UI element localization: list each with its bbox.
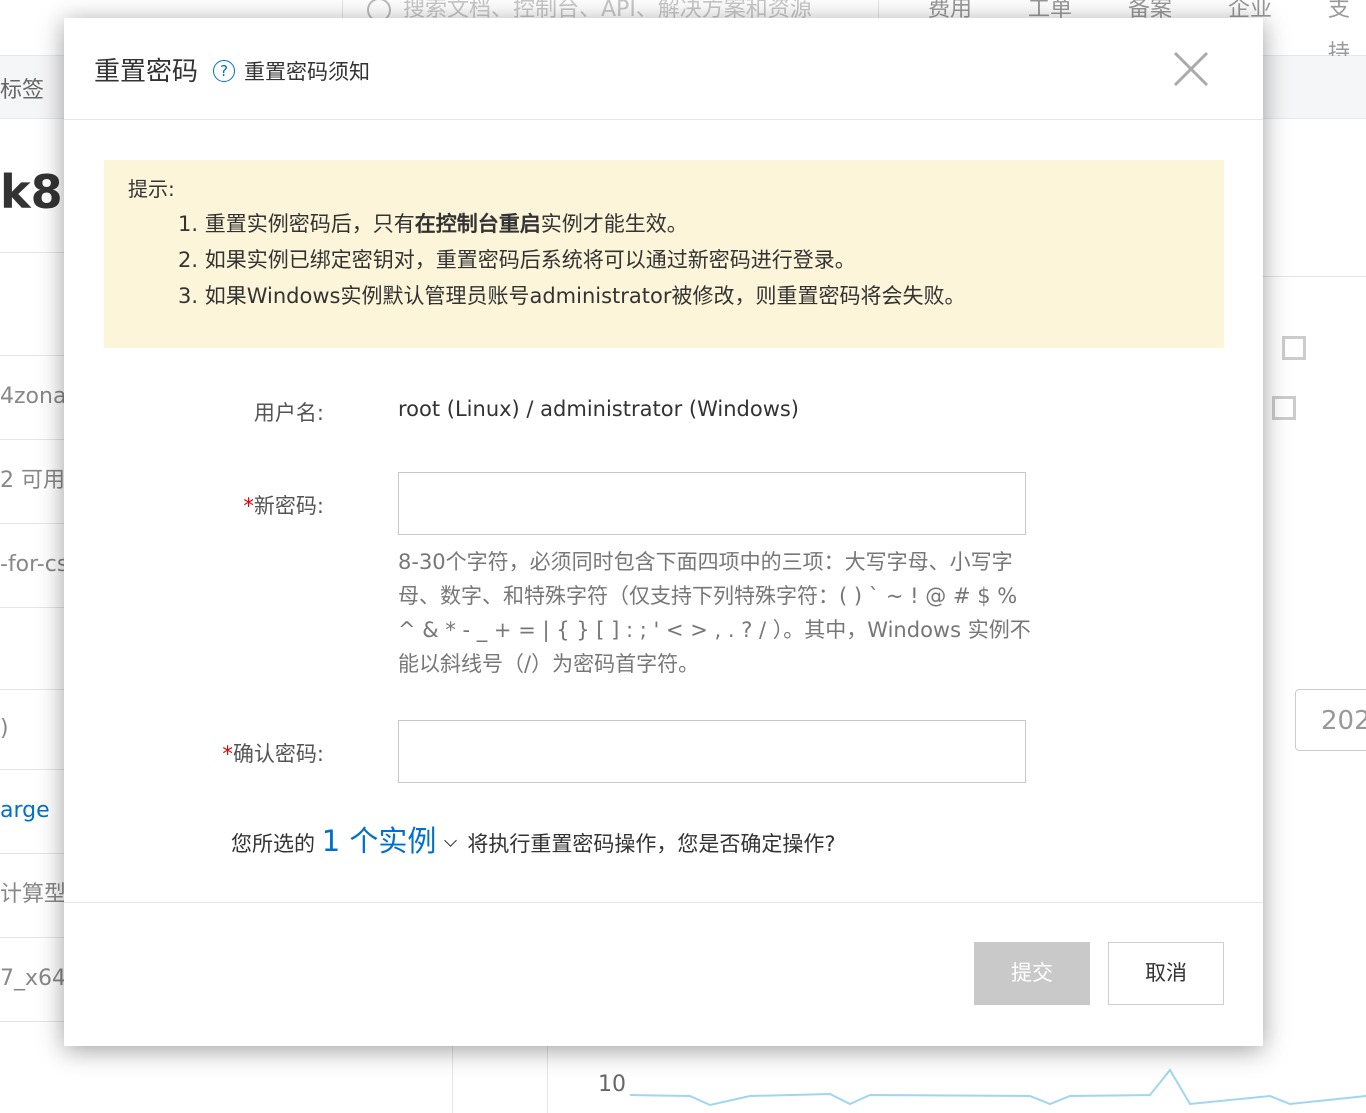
row-value: 4zona	[0, 384, 67, 409]
notice-text: 1. 重置实例密码后，只有	[178, 212, 415, 236]
confirmation-message: 您所选的 1 个实例 将执行重置密码操作，您是否确定操作?	[231, 818, 836, 860]
date-picker[interactable]: 202	[1295, 689, 1366, 751]
close-icon[interactable]	[1172, 50, 1210, 88]
reset-password-notes-link[interactable]: 重置密码须知	[244, 56, 370, 86]
copy-icon[interactable]	[1282, 336, 1306, 360]
submit-button[interactable]: 提交	[974, 942, 1090, 1005]
reset-password-dialog: 重置密码 ? 重置密码须知 提示: 1. 重置实例密码后，只有在控制台重启实例才…	[64, 18, 1263, 1046]
nav-item-support[interactable]: 支持	[1328, 0, 1366, 66]
cancel-button[interactable]: 取消	[1108, 942, 1224, 1005]
confirm-suffix: 将执行重置密码操作，您是否确定操作?	[467, 832, 836, 856]
dialog-header: 重置密码 ? 重置密码须知	[64, 18, 1263, 120]
selected-instances-link[interactable]: 1 个实例	[322, 824, 437, 858]
row-value: -for-cs	[0, 552, 69, 577]
required-mark: *	[222, 742, 233, 766]
new-password-input[interactable]	[398, 472, 1026, 535]
notice-emphasis: 在控制台重启	[414, 212, 541, 236]
notice-box: 提示: 1. 重置实例密码后，只有在控制台重启实例才能生效。 2. 如果实例已绑…	[104, 160, 1224, 348]
notice-item-1: 1. 重置实例密码后，只有在控制台重启实例才能生效。	[178, 206, 1200, 242]
confirm-password-label: *确认密码:	[84, 738, 324, 768]
username-label: 用户名:	[253, 401, 324, 425]
dialog-title: 重置密码	[94, 57, 199, 87]
required-mark: *	[243, 494, 254, 518]
notice-text: 实例才能生效。	[540, 212, 688, 236]
date-value: 202	[1321, 706, 1366, 736]
row-value: 计算型	[0, 882, 67, 907]
password-rules-hint: 8-30个字符，必须同时包含下面四项中的三项：大写字母、小写字母、数字、和特殊字…	[398, 550, 1031, 676]
chart-axis-label: 10	[598, 1072, 626, 1097]
notice-list: 1. 重置实例密码后，只有在控制台重启实例才能生效。 2. 如果实例已绑定密钥对…	[178, 206, 1200, 314]
label-text: 确认密码:	[232, 742, 324, 766]
label-text: 新密码:	[253, 494, 324, 518]
monitor-sparkline	[630, 1068, 1366, 1107]
footer-divider	[64, 902, 1263, 903]
confirm-prefix: 您所选的	[231, 832, 315, 856]
chevron-down-icon[interactable]	[444, 834, 458, 847]
username-value: root (Linux) / administrator (Windows)	[398, 397, 799, 421]
notice-item-3: 3. 如果Windows实例默认管理员账号administrator被修改，则重…	[178, 284, 966, 308]
row-link[interactable]: arge	[0, 798, 50, 823]
help-icon[interactable]: ?	[213, 60, 235, 82]
row-value: 2 可用	[0, 468, 65, 493]
row-value: )	[0, 716, 9, 741]
copy-icon[interactable]	[1272, 396, 1296, 420]
new-password-label: *新密码:	[84, 490, 324, 520]
notice-item-2: 2. 如果实例已绑定密钥对，重置密码后系统将可以通过新密码进行登录。	[178, 248, 856, 272]
tag-filter[interactable]: 标签	[0, 72, 44, 104]
notice-label: 提示:	[128, 177, 175, 201]
confirm-password-input[interactable]	[398, 720, 1026, 783]
